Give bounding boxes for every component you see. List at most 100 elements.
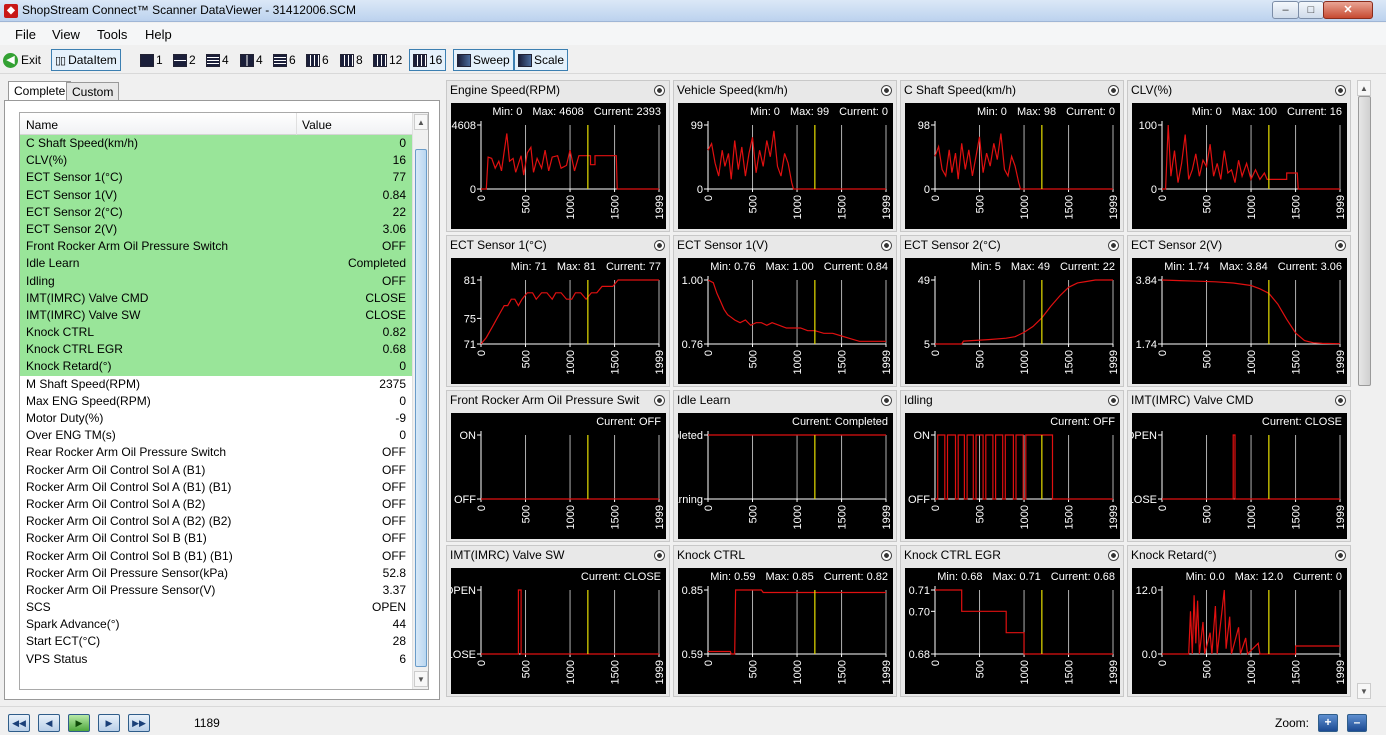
list-row[interactable]: SCS OPEN: [20, 599, 412, 616]
list-row[interactable]: VPS Status 6: [20, 651, 412, 668]
menu-help[interactable]: Help: [145, 27, 172, 42]
list-row[interactable]: Rocker Arm Oil Pressure Sensor(kPa) 52.8: [20, 565, 412, 582]
graph-plot[interactable]: Min: 0 Max: 98 Current: 0 0 500 1000 1500 1999 9…: [905, 103, 1120, 229]
graph-options-icon[interactable]: [654, 240, 665, 251]
list-row[interactable]: Rocker Arm Oil Control Sol A (B2) OFF: [20, 496, 412, 513]
sweep-button[interactable]: Sweep: [453, 49, 514, 71]
graph-cell[interactable]: Knock CTRL Min: 0.59 Max: 0.85 Current: 0.8…: [673, 545, 897, 697]
list-scrollbar[interactable]: ▲ ▼: [412, 113, 428, 689]
layout-6b-button[interactable]: 6: [306, 49, 329, 71]
menu-file[interactable]: File: [15, 27, 36, 42]
layout-16-button[interactable]: 16: [409, 49, 447, 71]
graph-cell[interactable]: Vehicle Speed(km/h) Min: 0 Max: 99 Current:…: [673, 80, 897, 232]
graph-options-icon[interactable]: [1108, 395, 1119, 406]
menu-view[interactable]: View: [52, 27, 80, 42]
graph-cell[interactable]: ECT Sensor 1(°C) Min: 71 Max: 81 Current: 7…: [446, 235, 670, 387]
graph-scroll-down-icon[interactable]: ▼: [1357, 683, 1371, 699]
graph-plot[interactable]: Min: 0 Max: 99 Current: 0 0 500 1000 1500 1999 9…: [678, 103, 893, 229]
layout-1-button[interactable]: 1: [140, 49, 163, 71]
column-divider[interactable]: [296, 113, 297, 135]
graph-cell[interactable]: Idle Learn Current: Completed 0 500 1000 1500…: [673, 390, 897, 542]
list-row[interactable]: CLV(%) 16: [20, 152, 412, 170]
scroll-up-icon[interactable]: ▲: [414, 114, 428, 130]
list-row[interactable]: Front Rocker Arm Oil Pressure Switch OFF: [20, 238, 412, 256]
graph-plot[interactable]: Current: CLOSE 0 500 1000 1500 1999 OPEN CLOSE: [1132, 413, 1347, 539]
last-frame-button[interactable]: ▶▶: [128, 714, 150, 732]
graph-options-icon[interactable]: [654, 85, 665, 96]
column-header-name[interactable]: Name: [26, 118, 58, 132]
graph-cell[interactable]: Knock CTRL EGR Min: 0.68 Max: 0.71 Current:…: [900, 545, 1124, 697]
tab-custom[interactable]: Custom: [66, 82, 120, 101]
dataitem-button[interactable]: ▯▯ DataItem: [51, 49, 121, 71]
menu-tools[interactable]: Tools: [97, 27, 127, 42]
scroll-down-icon[interactable]: ▼: [414, 671, 428, 687]
graph-cell[interactable]: Front Rocker Arm Oil Pressure Switch Curr…: [446, 390, 670, 542]
next-frame-button[interactable]: ▶: [98, 714, 120, 732]
list-row[interactable]: Knock CTRL EGR 0.68: [20, 341, 412, 359]
graph-plot[interactable]: Current: CLOSE 0 500 1000 1500 1999 OPEN CLOSE: [451, 568, 666, 694]
graph-plot[interactable]: Min: 0.59 Max: 0.85 Current: 0.82 0 500 1000 1…: [678, 568, 893, 694]
list-row[interactable]: ECT Sensor 2(°C) 22: [20, 203, 412, 221]
list-row[interactable]: Start ECT(°C) 28: [20, 633, 412, 650]
list-row[interactable]: Rocker Arm Oil Control Sol A (B1) OFF: [20, 462, 412, 479]
list-row[interactable]: ECT Sensor 1(°C) 77: [20, 169, 412, 187]
close-button[interactable]: ✕: [1323, 1, 1373, 19]
zoom-in-button[interactable]: +: [1318, 714, 1338, 732]
graph-cell[interactable]: ECT Sensor 2(V) Min: 1.74 Max: 3.84 Current…: [1127, 235, 1351, 387]
graph-plot[interactable]: Min: 5 Max: 49 Current: 22 0 500 1000 1500 1999…: [905, 258, 1120, 384]
graph-cell[interactable]: Engine Speed(RPM) Min: 0 Max: 4608 Current:…: [446, 80, 670, 232]
list-row[interactable]: C Shaft Speed(km/h) 0: [20, 135, 412, 153]
graph-plot[interactable]: Min: 0.0 Max: 12.0 Current: 0 0 500 1000 1500 1…: [1132, 568, 1347, 694]
list-row[interactable]: Spark Advance(°) 44: [20, 616, 412, 633]
list-row[interactable]: Rocker Arm Oil Control Sol A (B2) (B2) OF…: [20, 513, 412, 530]
graph-options-icon[interactable]: [1335, 395, 1346, 406]
graph-plot[interactable]: Min: 1.74 Max: 3.84 Current: 3.06 0 500 1000 1…: [1132, 258, 1347, 384]
graph-options-icon[interactable]: [881, 85, 892, 96]
graph-options-icon[interactable]: [881, 395, 892, 406]
graph-options-icon[interactable]: [881, 550, 892, 561]
list-row[interactable]: Idling OFF: [20, 272, 412, 290]
graph-plot[interactable]: Current: OFF 0 500 1000 1500 1999 ON OFF: [451, 413, 666, 539]
zoom-out-button[interactable]: –: [1347, 714, 1367, 732]
graph-cell[interactable]: ECT Sensor 1(V) Min: 0.76 Max: 1.00 Current…: [673, 235, 897, 387]
list-row[interactable]: Over ENG TM(s) 0: [20, 427, 412, 444]
list-row[interactable]: Knock Retard(°) 0: [20, 358, 412, 376]
graph-scrollbar[interactable]: ▲ ▼: [1356, 80, 1373, 700]
graph-options-icon[interactable]: [654, 550, 665, 561]
column-header-value[interactable]: Value: [302, 118, 332, 132]
graph-options-icon[interactable]: [1335, 240, 1346, 251]
list-row[interactable]: ECT Sensor 1(V) 0.84: [20, 186, 412, 204]
graph-plot[interactable]: Current: Completed 0 500 1000 1500 1999 Comple…: [678, 413, 893, 539]
graph-cell[interactable]: IMT(IMRC) Valve SW Current: CLOSE 0 500 1000…: [446, 545, 670, 697]
minimize-button[interactable]: –: [1272, 1, 1299, 19]
graph-plot[interactable]: Min: 71 Max: 81 Current: 77 0 500 1000 1500 199…: [451, 258, 666, 384]
graph-options-icon[interactable]: [1335, 550, 1346, 561]
list-row[interactable]: Rocker Arm Oil Control Sol B (B1) OFF: [20, 530, 412, 547]
tab-complete[interactable]: Complete: [8, 81, 72, 101]
layout-4a-button[interactable]: 4: [206, 49, 229, 71]
list-row[interactable]: IMT(IMRC) Valve SW CLOSE: [20, 306, 412, 325]
graph-plot[interactable]: Current: OFF 0 500 1000 1500 1999 ON OFF: [905, 413, 1120, 539]
graph-options-icon[interactable]: [1108, 85, 1119, 96]
list-row[interactable]: ECT Sensor 2(V) 3.06: [20, 220, 412, 239]
graph-options-icon[interactable]: [654, 395, 665, 406]
graph-cell[interactable]: C Shaft Speed(km/h) Min: 0 Max: 98 Current:…: [900, 80, 1124, 232]
layout-4b-button[interactable]: 4: [240, 49, 263, 71]
first-frame-button[interactable]: ◀◀: [8, 714, 30, 732]
list-row[interactable]: M Shaft Speed(RPM) 2375: [20, 376, 412, 393]
list-row[interactable]: Max ENG Speed(RPM) 0: [20, 393, 412, 410]
list-scroll-thumb[interactable]: [415, 149, 427, 667]
layout-6a-button[interactable]: 6: [273, 49, 296, 71]
exit-button[interactable]: ◀ Exit: [3, 49, 41, 71]
graph-plot[interactable]: Min: 0.76 Max: 1.00 Current: 0.84 0 500 1000 1…: [678, 258, 893, 384]
list-row[interactable]: Motor Duty(%) -9: [20, 410, 412, 427]
layout-12-button[interactable]: 12: [373, 49, 402, 71]
prev-frame-button[interactable]: ◀: [38, 714, 60, 732]
graph-plot[interactable]: Min: 0 Max: 100 Current: 16 0 500 1000 1500 199…: [1132, 103, 1347, 229]
graph-cell[interactable]: Idling Current: OFF 0 500 1000 1500 1999 ON OFF: [900, 390, 1124, 542]
list-row[interactable]: Rocker Arm Oil Control Sol A (B1) (B1) OF…: [20, 479, 412, 496]
layout-2-button[interactable]: 2: [173, 49, 196, 71]
title-bar[interactable]: ◆ ShopStream Connect™ Scanner DataViewer…: [0, 0, 1386, 22]
graph-cell[interactable]: CLV(%) Min: 0 Max: 100 Current: 16 0 500 1000 1…: [1127, 80, 1351, 232]
graph-cell[interactable]: IMT(IMRC) Valve CMD Current: CLOSE 0 500 100…: [1127, 390, 1351, 542]
